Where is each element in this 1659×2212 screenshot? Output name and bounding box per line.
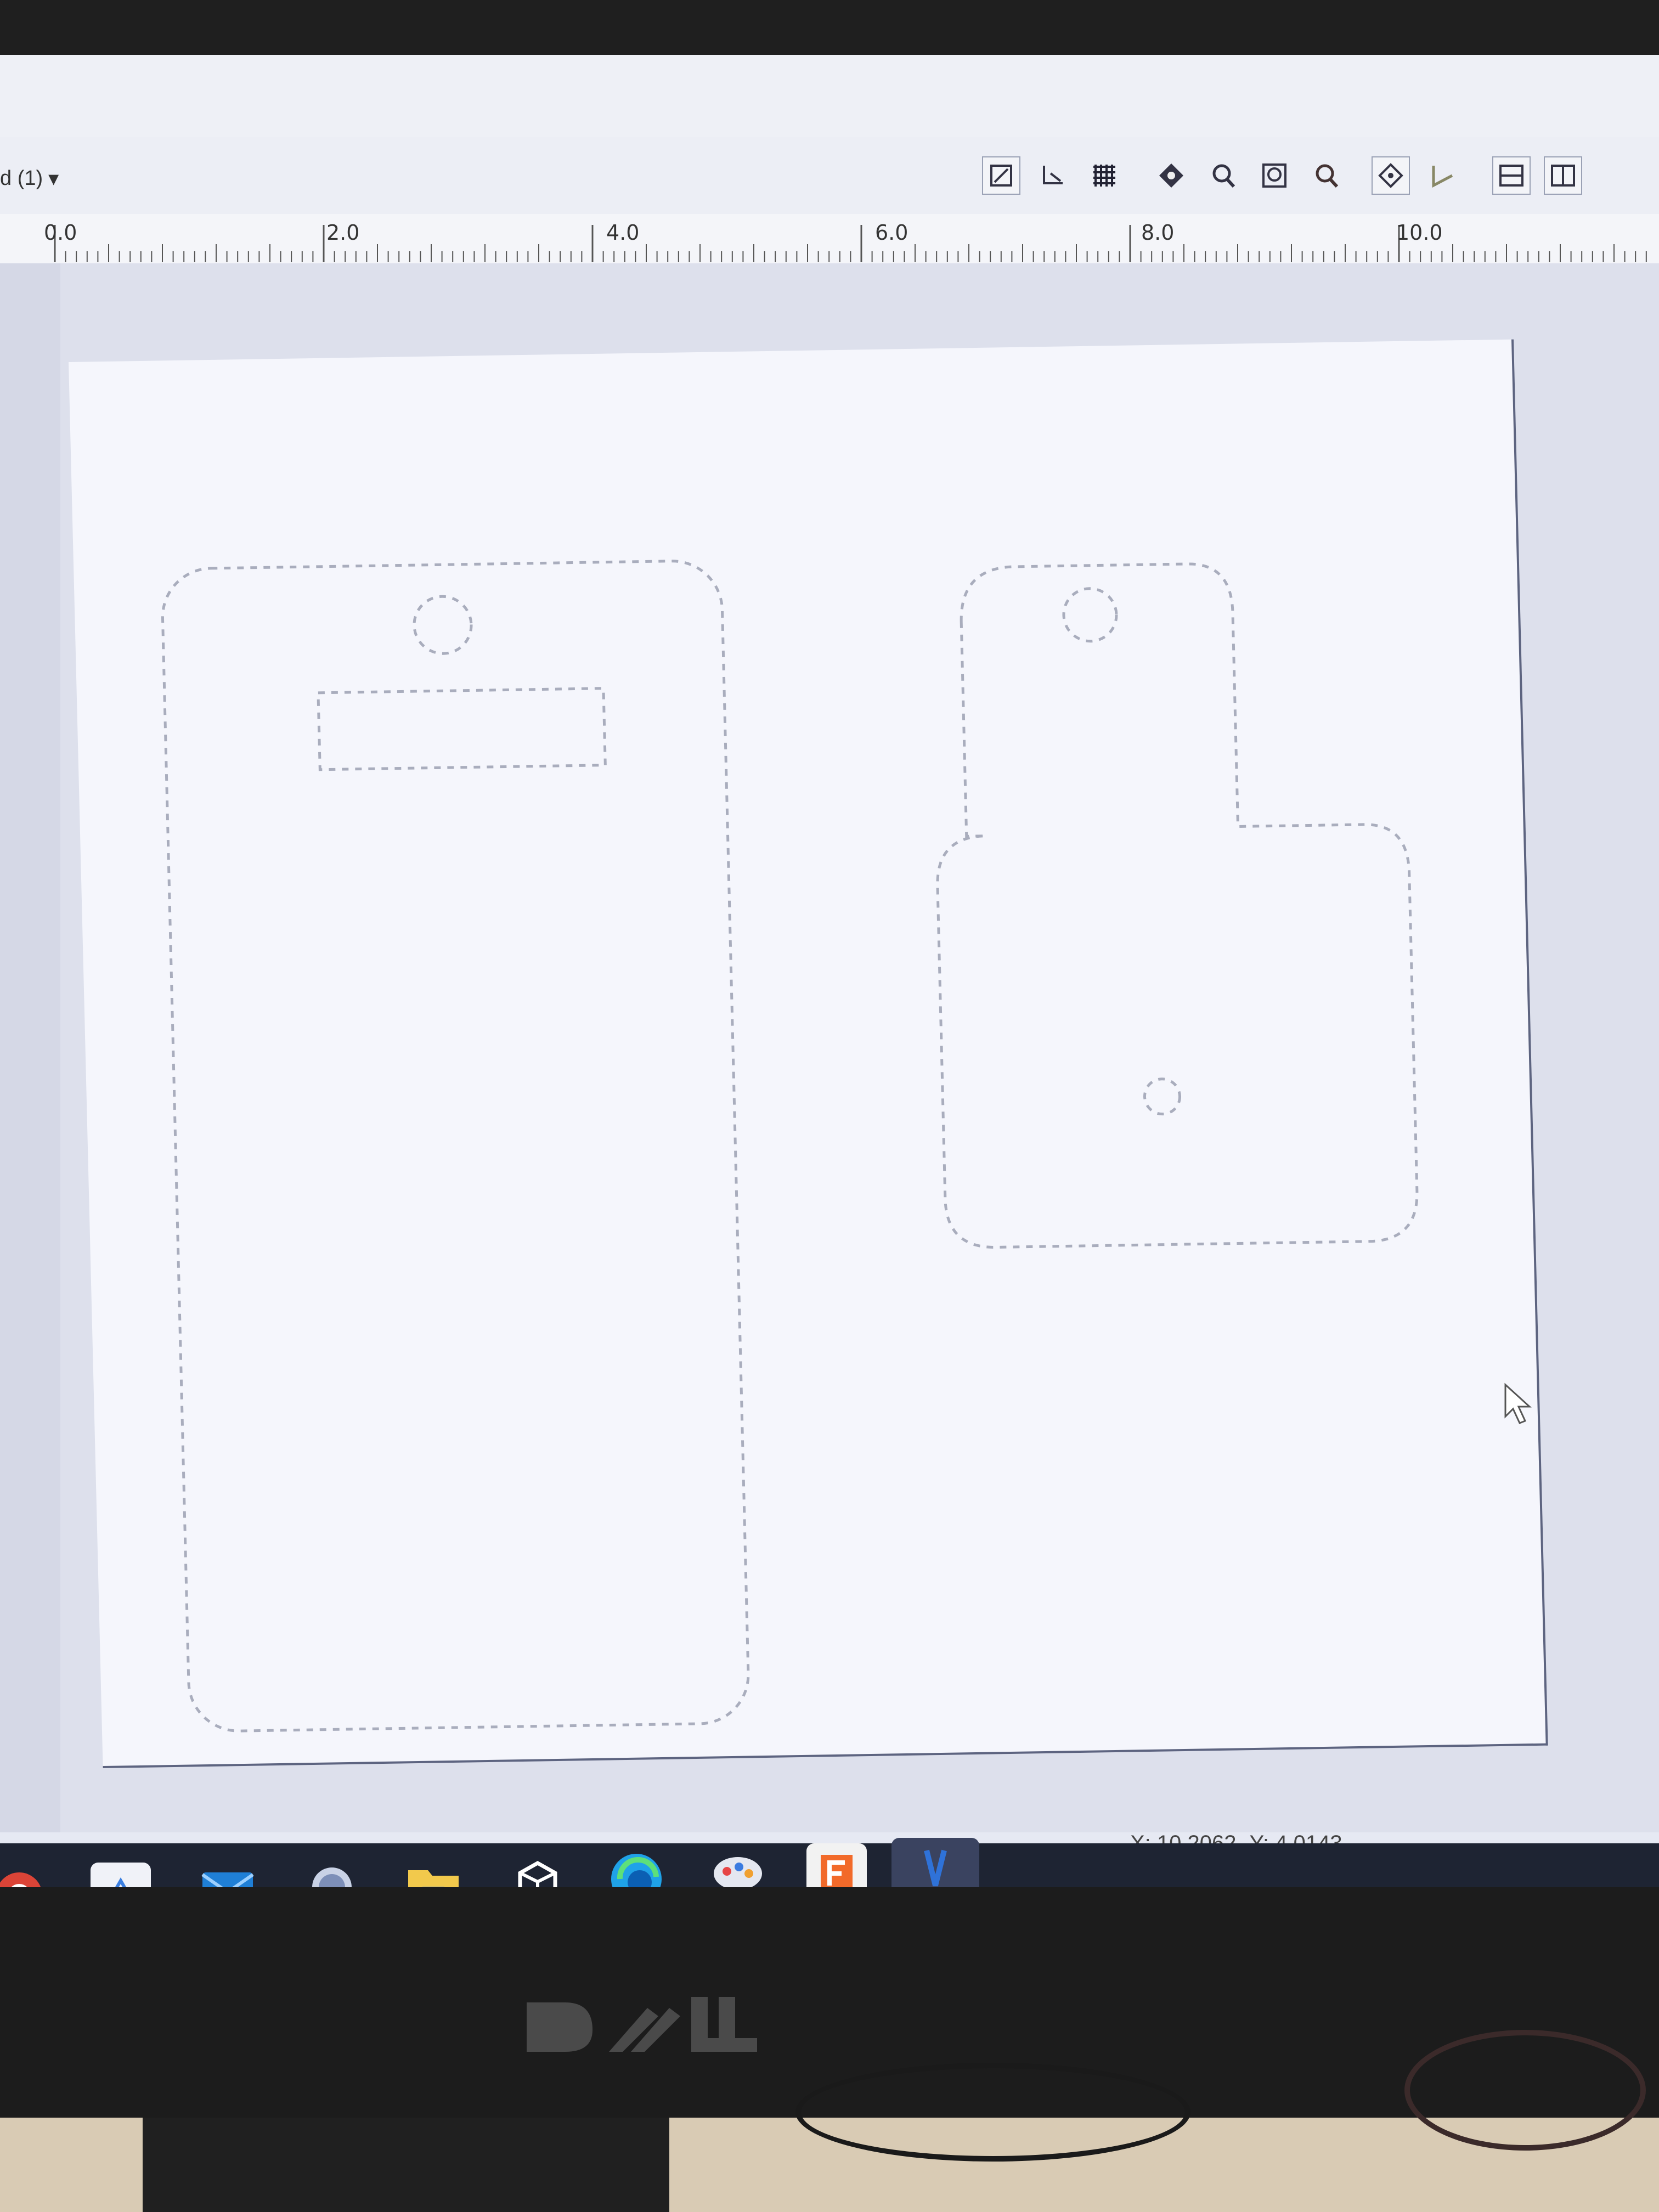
center-view-icon <box>1378 163 1403 188</box>
grid-button[interactable] <box>1085 156 1124 195</box>
material-sheet[interactable] <box>69 339 1548 1769</box>
toolbar-view-group <box>982 156 1124 195</box>
zoom-out-icon <box>1316 164 1339 188</box>
small-circle[interactable] <box>1143 1077 1181 1116</box>
toolpath-drawing <box>161 560 1419 1733</box>
ruler-label: 8.0 <box>1141 221 1175 245</box>
toolbar-split-group <box>1492 156 1582 195</box>
center-view-button[interactable] <box>1372 156 1410 195</box>
hanging-hole-circle[interactable] <box>413 595 473 655</box>
ruler-label: 4.0 <box>606 221 640 245</box>
split-horizontal-icon <box>1499 165 1523 187</box>
toolbar-extra-group <box>1372 156 1462 195</box>
workspace-left-margin <box>0 263 60 1832</box>
snap-button[interactable] <box>1152 156 1190 195</box>
monitor-bezel-top <box>0 0 1659 60</box>
node-edit-icon <box>1043 166 1063 184</box>
split-horizontal-button[interactable] <box>1492 156 1531 195</box>
split-vertical-icon <box>1551 165 1575 187</box>
screen: d (1) ▾ 0.0 2.0 4.0 6.0 8.0 10.0 <box>0 55 1659 1909</box>
text-area-rectangle[interactable] <box>317 687 607 771</box>
measure-button[interactable] <box>1423 156 1462 195</box>
app-header <box>0 55 1659 138</box>
chevron-down-icon: ▾ <box>48 167 59 190</box>
ruler-label: 2.0 <box>326 221 360 245</box>
snap-icon <box>1159 163 1183 188</box>
select-object-icon <box>990 165 1012 187</box>
zoom-in-button[interactable] <box>1204 156 1242 195</box>
split-vertical-button[interactable] <box>1544 156 1582 195</box>
layer-dropdown[interactable]: d (1) ▾ <box>0 166 59 190</box>
zoom-fit-button[interactable] <box>1255 156 1294 195</box>
layer-dropdown-label: d (1) <box>0 166 43 190</box>
zoom-in-icon <box>1212 164 1235 188</box>
cable <box>1404 2030 1646 2151</box>
key-tag-outline[interactable] <box>930 561 1419 1249</box>
toolbar-zoom-group <box>1152 156 1345 195</box>
node-edit-button[interactable] <box>1034 156 1072 195</box>
mouse-pointer <box>1503 1383 1536 1429</box>
long-tag-outline[interactable] <box>161 560 750 1733</box>
ruler-label: 0.0 <box>44 221 77 245</box>
dell-logo <box>521 1986 763 2066</box>
toolbar: d (1) ▾ <box>0 137 1659 214</box>
design-workspace[interactable] <box>0 263 1659 1832</box>
cable <box>795 2063 1190 2162</box>
grid-icon <box>1093 165 1115 187</box>
zoom-out-button[interactable] <box>1307 156 1345 195</box>
monitor-stand <box>143 2118 669 2212</box>
cursor-arrow-icon <box>1504 1383 1532 1424</box>
select-object-button[interactable] <box>982 156 1020 195</box>
measure-icon <box>1432 166 1453 188</box>
key-tag-hole-circle[interactable] <box>1062 587 1118 643</box>
ruler-label: 6.0 <box>875 221 909 245</box>
zoom-fit-icon <box>1262 163 1286 188</box>
horizontal-ruler: 0.0 2.0 4.0 6.0 8.0 10.0 <box>0 214 1659 264</box>
ruler-label: 10.0 <box>1396 221 1443 245</box>
